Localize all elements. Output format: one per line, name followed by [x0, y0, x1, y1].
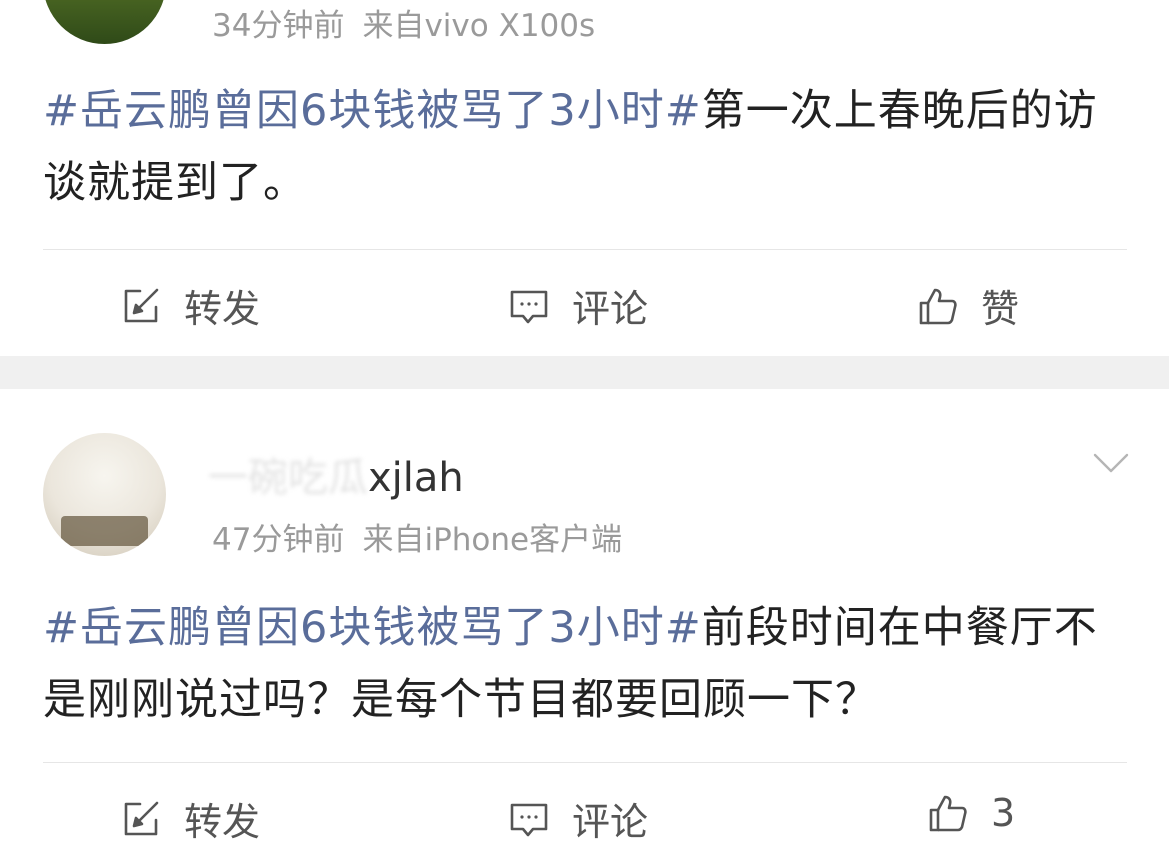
- post-source[interactable]: 来自iPhone客户端: [362, 522, 622, 558]
- repost-icon: [124, 288, 159, 322]
- comment-label: 评论: [572, 800, 649, 844]
- topic-link[interactable]: #岳云鹏曾因6块钱被骂了3小时#: [43, 603, 702, 653]
- repost-icon: [124, 801, 159, 835]
- divider: [43, 249, 1127, 250]
- post-source[interactable]: 来自vivo X100s: [362, 8, 595, 44]
- username-hidden: 一碗吃瓜: [208, 455, 368, 501]
- post-time: 47分钟前: [212, 522, 345, 558]
- divider: [43, 762, 1127, 763]
- repost-button[interactable]: 转发: [120, 791, 260, 846]
- avatar[interactable]: [43, 433, 166, 556]
- topic-link[interactable]: #岳云鹏曾因6块钱被骂了3小时#: [43, 86, 702, 136]
- post-content: #岳云鹏曾因6块钱被骂了3小时#第一次上春晚后的访谈就提到了。: [43, 75, 1133, 219]
- post-time: 34分钟前: [212, 8, 345, 44]
- like-label: 赞: [981, 287, 1020, 331]
- like-count: 3: [991, 791, 1016, 835]
- avatar[interactable]: [43, 0, 166, 44]
- comment-label: 评论: [572, 287, 649, 331]
- chevron-down-icon[interactable]: [1093, 451, 1129, 475]
- repost-label: 转发: [184, 800, 261, 844]
- like-button[interactable]: 3: [927, 791, 1015, 835]
- comment-button[interactable]: 评论: [508, 791, 648, 846]
- comment-icon: [510, 290, 548, 323]
- username-visible: xjlah: [368, 455, 464, 501]
- repost-label: 转发: [184, 287, 261, 331]
- feed-post-2[interactable]: 一碗吃瓜xjlah 47分钟前 来自iPhone客户端 #岳云鹏曾因6块钱被骂了3…: [0, 389, 1169, 857]
- like-icon: [929, 795, 967, 832]
- post-meta: 47分钟前 来自iPhone客户端: [212, 514, 622, 559]
- like-button[interactable]: 赞: [917, 278, 1019, 333]
- comment-button[interactable]: 评论: [508, 278, 648, 333]
- comment-icon: [510, 803, 548, 836]
- username[interactable]: 一碗吃瓜xjlah: [208, 445, 464, 503]
- like-icon: [919, 288, 957, 324]
- repost-button[interactable]: 转发: [120, 278, 260, 333]
- post-meta: 34分钟前 来自vivo X100s: [212, 0, 595, 45]
- post-separator: [0, 356, 1169, 389]
- feed-post-1[interactable]: 34分钟前 来自vivo X100s #岳云鹏曾因6块钱被骂了3小时#第一次上春晚…: [0, 0, 1169, 356]
- post-content: #岳云鹏曾因6块钱被骂了3小时#前段时间在中餐厅不是刚刚说过吗？是每个节目都要回…: [43, 592, 1133, 736]
